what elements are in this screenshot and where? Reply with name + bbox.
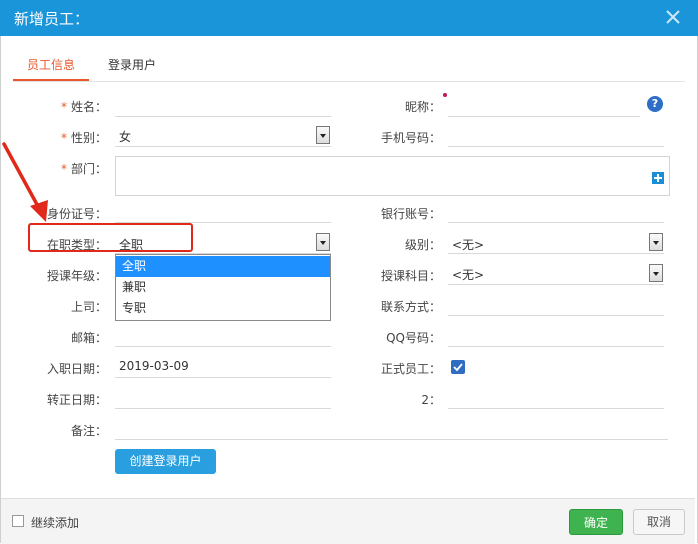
employment-option-part-time[interactable]: 兼职 bbox=[116, 277, 330, 298]
employment-type-dropdown-button[interactable] bbox=[316, 233, 330, 251]
hire-date-value: 2019-03-09 bbox=[119, 359, 189, 373]
create-login-user-button[interactable]: 创建登录用户 bbox=[115, 449, 216, 474]
required-marker: * bbox=[60, 131, 67, 145]
required-marker: * bbox=[60, 100, 67, 114]
contact-input[interactable] bbox=[448, 315, 664, 316]
mobile-label: 手机号码： bbox=[380, 131, 441, 145]
active-tab-indicator bbox=[13, 79, 89, 81]
bank-account-input[interactable] bbox=[448, 222, 664, 223]
gender-label: * 性别： bbox=[61, 129, 107, 146]
email-label: 邮箱： bbox=[70, 331, 107, 345]
bank-account-label: 银行账号： bbox=[380, 207, 441, 221]
teaching-grade-label: 授课年级： bbox=[46, 269, 107, 283]
supervisor-label: 上司： bbox=[70, 300, 107, 314]
level-value: <无> bbox=[452, 238, 485, 252]
tab-bar: 员工信息 登录用户 bbox=[13, 48, 685, 82]
status-dot bbox=[443, 93, 447, 97]
name-input[interactable] bbox=[115, 116, 331, 117]
level-label: 级别： bbox=[404, 238, 441, 252]
teaching-subject-select[interactable] bbox=[448, 284, 664, 285]
dialog-titlebar: 新增员工： bbox=[0, 0, 698, 36]
field-2-input[interactable] bbox=[448, 408, 664, 409]
check-icon bbox=[453, 363, 463, 372]
hire-date-input[interactable] bbox=[115, 377, 331, 378]
hire-date-label: 入职日期： bbox=[46, 362, 107, 376]
qq-label: QQ号码： bbox=[386, 331, 441, 345]
gender-label-text: 性别： bbox=[70, 131, 107, 145]
email-input[interactable] bbox=[115, 346, 331, 347]
remark-input[interactable] bbox=[115, 439, 668, 440]
department-box[interactable] bbox=[115, 156, 670, 196]
mobile-input[interactable] bbox=[448, 146, 664, 147]
help-icon[interactable]: ? bbox=[647, 96, 663, 112]
tab-employee-info[interactable]: 员工信息 bbox=[27, 56, 75, 73]
ok-button[interactable]: 确定 bbox=[569, 509, 623, 535]
name-label-text: 姓名： bbox=[70, 100, 107, 114]
cancel-button[interactable]: 取消 bbox=[633, 509, 685, 535]
employment-option-dedicated[interactable]: 专职 bbox=[116, 298, 330, 319]
confirm-date-label: 转正日期： bbox=[46, 393, 107, 407]
level-dropdown-button[interactable] bbox=[649, 233, 663, 251]
tab-login-user[interactable]: 登录用户 bbox=[108, 56, 156, 73]
department-label-text: 部门： bbox=[70, 162, 107, 176]
gender-select[interactable] bbox=[115, 146, 331, 147]
regular-employee-checkbox[interactable] bbox=[451, 360, 465, 374]
contact-label: 联系方式： bbox=[380, 300, 441, 314]
remark-label: 备注： bbox=[70, 424, 107, 438]
nickname-label: 昵称： bbox=[404, 100, 441, 114]
add-department-icon[interactable] bbox=[652, 172, 664, 184]
annotation-arrow-icon bbox=[2, 142, 48, 222]
teaching-subject-label: 授课科目： bbox=[380, 269, 441, 283]
name-label: * 姓名： bbox=[61, 98, 107, 115]
employment-option-full-time[interactable]: 全职 bbox=[116, 256, 330, 277]
continue-add-label: 继续添加 bbox=[31, 516, 80, 530]
department-label: * 部门： bbox=[61, 160, 107, 177]
gender-dropdown-button[interactable] bbox=[316, 126, 330, 144]
confirm-date-input[interactable] bbox=[115, 408, 331, 409]
dialog-title: 新增员工： bbox=[14, 10, 90, 28]
qq-input[interactable] bbox=[448, 346, 664, 347]
close-icon[interactable] bbox=[662, 6, 684, 28]
nickname-input[interactable] bbox=[448, 116, 640, 117]
teaching-subject-dropdown-button[interactable] bbox=[649, 264, 663, 282]
field-2-label: 2： bbox=[421, 393, 441, 407]
regular-employee-label: 正式员工： bbox=[380, 362, 441, 376]
required-marker: * bbox=[60, 162, 67, 176]
continue-add-checkbox[interactable] bbox=[12, 515, 24, 527]
level-select[interactable] bbox=[448, 253, 664, 254]
gender-value: 女 bbox=[119, 130, 132, 144]
employment-type-dropdown-list: 全职 兼职 专职 bbox=[115, 254, 331, 321]
teaching-subject-value: <无> bbox=[452, 268, 485, 282]
